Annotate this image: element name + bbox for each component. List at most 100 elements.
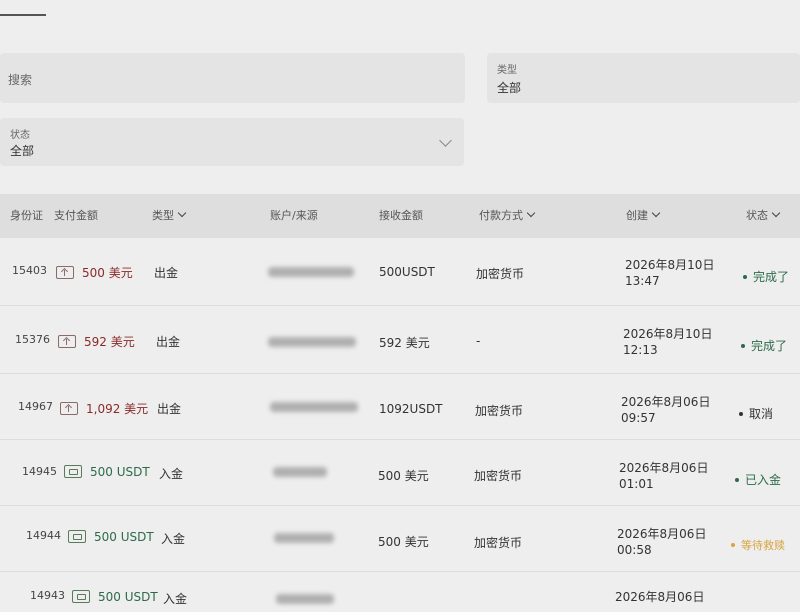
row-method: - [476, 334, 481, 348]
row-type: 入金 [159, 467, 184, 481]
withdraw-icon [56, 266, 74, 279]
table-row[interactable]: 14944 500 USDT 入金 500 美元 加密货币 2026年8月06日… [0, 506, 800, 572]
withdraw-icon [60, 402, 78, 415]
row-type: 入金 [163, 592, 188, 606]
wallet-icon [72, 590, 90, 603]
table-row[interactable]: 15403 500 美元 出金 500USDT 加密货币 2026年8月10日 1… [0, 238, 800, 306]
row-date: 2026年8月06日 [619, 461, 709, 475]
row-date: 2026年8月10日 [625, 258, 715, 272]
row-pay-value: 500 USDT [94, 530, 154, 544]
account-redacted [268, 337, 356, 347]
status-dot [735, 478, 739, 482]
row-id: 14943 [30, 589, 65, 602]
status-text: 取消 [749, 407, 774, 421]
row-time: 01:01 [619, 477, 654, 491]
row-pay-value: 500 美元 [82, 266, 133, 280]
row-pay-value: 500 USDT [90, 465, 150, 479]
status-badge: 完成了 [743, 268, 789, 285]
header-created-label: 创建 [626, 209, 648, 222]
status-text: 完成了 [753, 270, 790, 284]
row-received: 1092USDT [379, 402, 443, 416]
row-received: 500USDT [379, 265, 435, 279]
status-text: 等待救赎 [741, 539, 785, 552]
chevron-down-icon [771, 208, 781, 218]
row-date: 2026年8月06日 [621, 395, 711, 409]
row-id: 14944 [26, 529, 61, 542]
status-badge: 取消 [739, 405, 773, 422]
chevron-down-icon [651, 208, 661, 218]
status-badge: 完成了 [741, 337, 787, 354]
row-id: 14945 [22, 465, 57, 478]
table-row[interactable]: 15376 592 美元 出金 592 美元 - 2026年8月10日 12:13… [0, 306, 800, 374]
row-pay-value: 500 USDT [98, 590, 158, 604]
account-redacted [276, 594, 334, 604]
row-created: 2026年8月10日 12:13 [623, 326, 712, 358]
row-date: 2026年8月06日 [617, 527, 707, 541]
status-filter-value: 全部 [10, 144, 35, 158]
row-pay-amount: 592 美元 [58, 333, 135, 350]
status-filter-label: 状态 [10, 130, 30, 141]
row-created: 2026年8月06日 00:58 [617, 526, 706, 558]
header-type[interactable]: 类型 [152, 194, 187, 238]
row-id: 15376 [15, 333, 50, 346]
active-tab-indicator [0, 14, 46, 16]
account-redacted [274, 533, 334, 543]
header-status-label: 状态 [746, 209, 768, 222]
chevron-down-icon [177, 208, 187, 218]
row-created: 2026年8月06日 [615, 589, 704, 605]
row-type: 出金 [157, 402, 182, 416]
wallet-icon [64, 465, 82, 478]
table-row[interactable]: 14967 1,092 美元 出金 1092USDT 加密货币 2026年8月0… [0, 374, 800, 440]
row-pay-value: 1,092 美元 [86, 402, 149, 416]
row-method: 加密货币 [474, 469, 523, 483]
type-filter-select[interactable]: 类型 全部 [487, 53, 800, 103]
chevron-down-icon [439, 134, 452, 147]
row-id: 14967 [18, 400, 53, 413]
status-dot [743, 275, 747, 279]
status-badge: 已入金 [735, 471, 781, 488]
row-date: 2026年8月06日 [615, 590, 705, 604]
type-filter-label: 类型 [497, 65, 517, 76]
account-redacted [273, 467, 327, 477]
header-received: 接收金额 [379, 209, 423, 222]
row-created: 2026年8月06日 01:01 [619, 460, 708, 492]
status-filter-select[interactable]: 状态 全部 [0, 118, 464, 166]
search-input[interactable]: 搜索 [0, 53, 465, 103]
table-row[interactable]: 14943 500 USDT 入金 2026年8月06日 [0, 572, 800, 612]
row-method: 加密货币 [474, 536, 523, 550]
table-header: 身份证 支付金额 类型 账户/来源 接收金额 付款方式 创建 状态 [0, 194, 800, 238]
header-created[interactable]: 创建 [626, 194, 661, 238]
row-type: 出金 [156, 335, 181, 349]
chevron-down-icon [526, 208, 536, 218]
account-redacted [270, 402, 358, 412]
row-time: 12:13 [623, 343, 658, 357]
header-id: 身份证 [10, 209, 43, 222]
row-id: 15403 [12, 264, 47, 277]
row-received: 592 美元 [379, 336, 430, 350]
header-status[interactable]: 状态 [746, 194, 781, 238]
header-method-label: 付款方式 [479, 209, 523, 222]
withdraw-icon [58, 335, 76, 348]
row-pay-amount: 500 USDT [64, 465, 150, 479]
row-pay-value: 592 美元 [84, 335, 135, 349]
status-dot [739, 412, 743, 416]
status-badge: 等待救赎 [731, 537, 785, 553]
table-row[interactable]: 14945 500 USDT 入金 500 美元 加密货币 2026年8月06日… [0, 440, 800, 506]
row-time: 13:47 [625, 274, 660, 288]
row-time: 00:58 [617, 543, 652, 557]
row-method: 加密货币 [476, 267, 525, 281]
header-method[interactable]: 付款方式 [479, 194, 536, 238]
row-type: 入金 [161, 532, 186, 546]
wallet-icon [68, 530, 86, 543]
row-type: 出金 [154, 266, 179, 280]
row-received: 500 美元 [378, 469, 429, 483]
search-placeholder: 搜索 [8, 73, 33, 87]
row-received: 500 美元 [378, 535, 429, 549]
header-pay-amount: 支付金额 [54, 209, 98, 222]
status-dot [731, 543, 735, 547]
type-filter-value: 全部 [497, 81, 522, 95]
row-date: 2026年8月10日 [623, 327, 713, 341]
row-created: 2026年8月10日 13:47 [625, 257, 714, 289]
row-pay-amount: 1,092 美元 [60, 400, 148, 417]
header-account: 账户/来源 [270, 209, 318, 222]
